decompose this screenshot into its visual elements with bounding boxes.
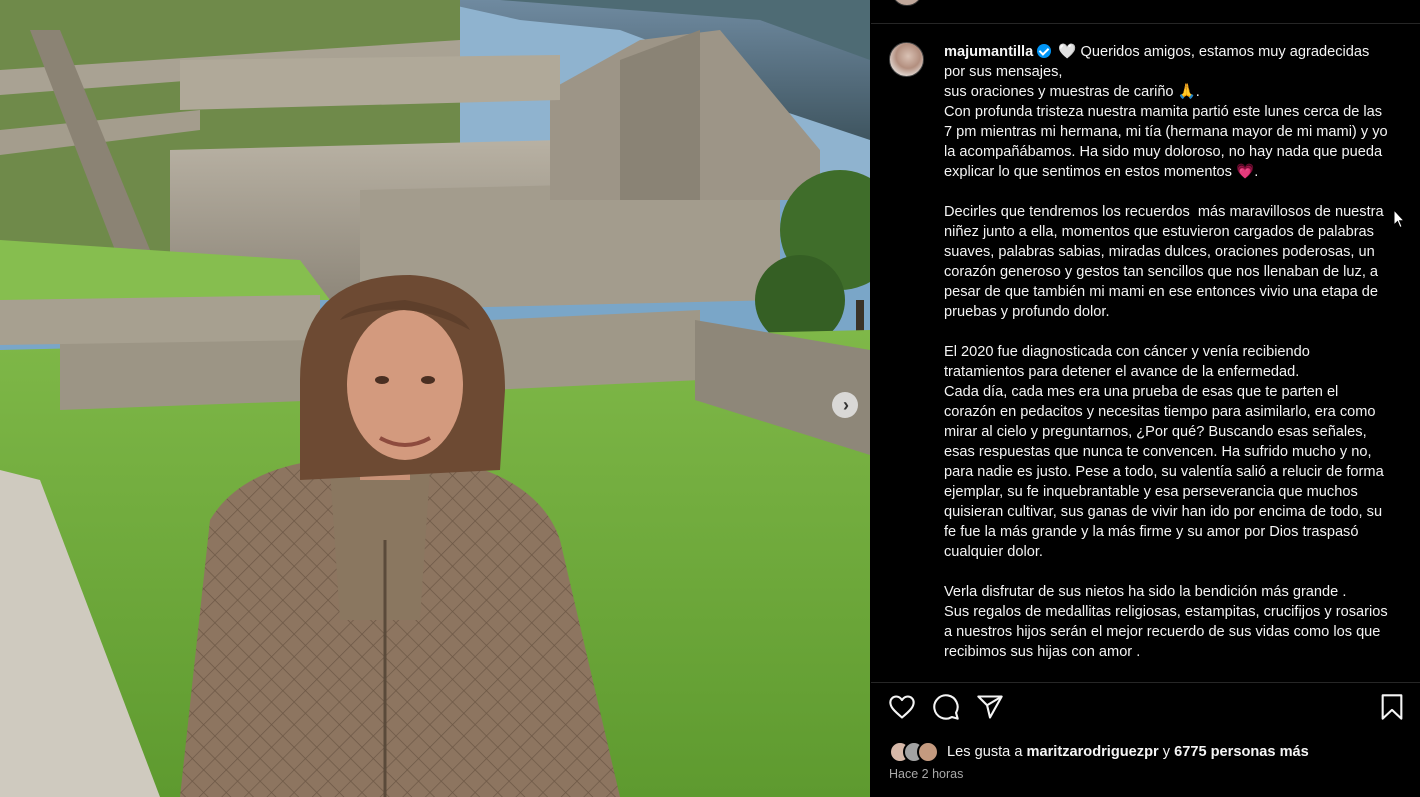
post-timestamp[interactable]: Hace 2 horas bbox=[889, 767, 963, 781]
action-bar bbox=[871, 693, 1420, 727]
mouse-cursor-icon bbox=[1393, 209, 1405, 229]
send-icon bbox=[977, 695, 1003, 719]
chevron-right-icon: › bbox=[843, 395, 849, 415]
photo-illustration bbox=[0, 0, 870, 797]
comments-section[interactable]: majumantilla 🤍 Queridos amigos, estamos … bbox=[871, 25, 1420, 682]
post-header-strip bbox=[871, 0, 1420, 24]
comment-button[interactable] bbox=[932, 693, 962, 725]
avatar[interactable] bbox=[889, 42, 924, 77]
username-link[interactable]: majumantilla bbox=[944, 44, 1033, 60]
likes-prefix: Les gusta a bbox=[947, 744, 1027, 760]
verified-badge-icon bbox=[1037, 44, 1052, 58]
save-button[interactable] bbox=[1378, 693, 1408, 725]
caption-text: 🤍 Queridos amigos, estamos muy agradecid… bbox=[944, 44, 1388, 660]
divider bbox=[871, 682, 1420, 683]
likes-summary: Les gusta a maritzarodriguezpr y 6775 pe… bbox=[889, 740, 1309, 764]
bookmark-icon bbox=[1381, 694, 1403, 720]
likes-joiner: y bbox=[1158, 744, 1175, 760]
liker-username-link[interactable]: maritzarodriguezpr bbox=[1027, 744, 1159, 760]
avatar[interactable] bbox=[917, 741, 939, 763]
comment-icon bbox=[933, 694, 959, 720]
share-button[interactable] bbox=[976, 693, 1006, 725]
likes-text: Les gusta a maritzarodriguezpr y 6775 pe… bbox=[947, 744, 1309, 760]
post-caption: majumantilla 🤍 Queridos amigos, estamos … bbox=[944, 42, 1394, 662]
header-avatar[interactable] bbox=[891, 0, 923, 6]
post-details-panel: majumantilla 🤍 Queridos amigos, estamos … bbox=[871, 0, 1420, 797]
heart-icon bbox=[889, 695, 915, 719]
likes-count-link[interactable]: 6775 personas más bbox=[1174, 744, 1309, 760]
like-button[interactable] bbox=[888, 693, 918, 725]
next-photo-button[interactable]: › bbox=[832, 392, 858, 418]
post-photo: › bbox=[0, 0, 870, 797]
